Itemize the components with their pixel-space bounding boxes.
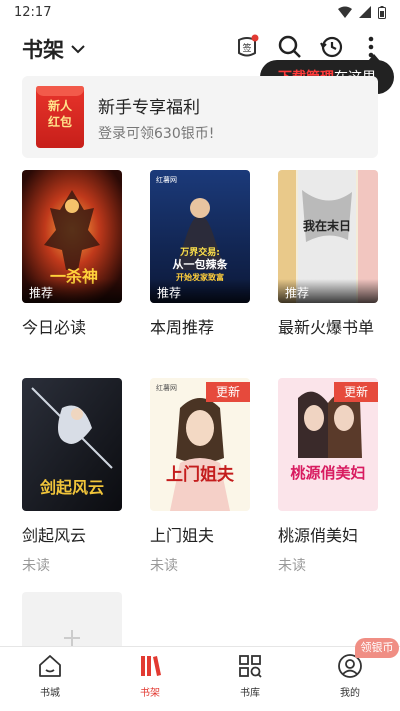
book-title: 上门姐夫: [150, 526, 215, 545]
svg-text:红薯网: 红薯网: [156, 175, 177, 184]
battery-icon: [378, 5, 386, 19]
nav-bookshelf[interactable]: 书架: [100, 647, 200, 711]
banner-title: 新手专享福利: [98, 98, 200, 118]
checkin-button[interactable]: 签: [234, 34, 260, 60]
nav-bookstore[interactable]: 书城: [0, 647, 100, 711]
svg-text:万界交易:: 万界交易:: [179, 246, 220, 258]
update-badge: 更新: [206, 382, 250, 402]
status-bar: 12:17: [0, 0, 400, 24]
search-icon: [278, 35, 301, 58]
svg-text:剑起风云: 剑起风云: [39, 478, 104, 497]
claim-coins-badge[interactable]: 领银币: [355, 638, 399, 658]
home-icon: [39, 655, 61, 677]
history-icon: [320, 36, 343, 58]
red-packet-text-2: 红包: [47, 115, 72, 129]
newbie-welfare-banner[interactable]: 新人 红包 新手专享福利 登录可领630银币!: [22, 76, 378, 158]
book-card[interactable]: 红薯网 万界交易: 从一包辣条 开始发家致富 推荐 本周推荐: [150, 170, 250, 341]
history-button[interactable]: [319, 34, 345, 60]
shelf-selector[interactable]: 书架: [22, 34, 86, 64]
tooltip-arrow: [368, 54, 380, 61]
bottom-navigation: 书城 书架 书库 我的: [0, 646, 400, 711]
book-card[interactable]: 剑起风云 剑起风云 未读: [22, 378, 122, 575]
read-status: 未读: [278, 558, 306, 574]
status-time: 12:17: [14, 4, 52, 20]
svg-text:桃源俏美妇: 桃源俏美妇: [290, 464, 365, 482]
svg-text:我在末日: 我在末日: [303, 218, 351, 233]
svg-text:上门姐夫: 上门姐夫: [166, 464, 235, 485]
book-cover: 红薯网 上门姐夫 更新: [150, 378, 250, 511]
book-card[interactable]: 我在末日 推荐 最新火爆书单: [278, 170, 378, 341]
svg-text:红薯网: 红薯网: [156, 383, 177, 392]
add-book-button[interactable]: [22, 592, 122, 646]
status-icons: [338, 5, 386, 19]
book-title: 剑起风云: [22, 526, 87, 545]
book-cover: 剑起风云: [22, 378, 122, 511]
nav-label: 书架: [140, 688, 160, 699]
read-status: 未读: [150, 558, 178, 574]
recommend-badge: 推荐: [150, 279, 250, 303]
book-cover: 红薯网 万界交易: 从一包辣条 开始发家致富 推荐: [150, 170, 250, 303]
page-title: 书架: [22, 38, 64, 62]
banner-subtitle: 登录可领630银币!: [98, 126, 215, 142]
nav-label: 书城: [40, 688, 60, 699]
library-icon: [239, 655, 262, 678]
book-card[interactable]: 桃源俏美妇 更新 桃源俏美妇 未读: [278, 378, 378, 575]
book-cover: 我在末日 推荐: [278, 170, 378, 303]
book-title: 桃源俏美妇: [278, 526, 359, 545]
svg-text:签: 签: [242, 42, 251, 54]
book-title: 最新火爆书单: [278, 318, 375, 337]
update-badge: 更新: [334, 382, 378, 402]
read-status: 未读: [22, 558, 50, 574]
cover-art-swordswoman: 剑起风云: [22, 378, 122, 511]
recommend-badge: 推荐: [22, 279, 122, 303]
nav-label: 我的: [340, 688, 360, 699]
signal-icon: [359, 6, 371, 18]
wifi-icon: [338, 6, 352, 18]
book-card[interactable]: 红薯网 上门姐夫 更新 上门姐夫 未读: [150, 378, 250, 575]
bookshelf-icon: [141, 656, 161, 676]
red-packet-icon: 新人 红包: [36, 86, 84, 148]
checkin-icon: 签: [238, 34, 259, 57]
book-cover: 桃源俏美妇 更新: [278, 378, 378, 511]
red-packet-text-1: 新人: [47, 99, 72, 113]
book-cover: 一杀神 推荐: [22, 170, 122, 303]
nav-label: 书库: [240, 688, 260, 699]
book-card[interactable]: 一杀神 推荐 今日必读: [22, 170, 122, 341]
search-button[interactable]: [277, 34, 303, 60]
nav-library[interactable]: 书库: [200, 647, 300, 711]
chevron-down-icon: [71, 45, 85, 54]
svg-text:从一包辣条: 从一包辣条: [173, 257, 229, 271]
book-title: 今日必读: [22, 318, 87, 337]
recommend-badge: 推荐: [278, 279, 378, 303]
book-title: 本周推荐: [150, 318, 215, 337]
